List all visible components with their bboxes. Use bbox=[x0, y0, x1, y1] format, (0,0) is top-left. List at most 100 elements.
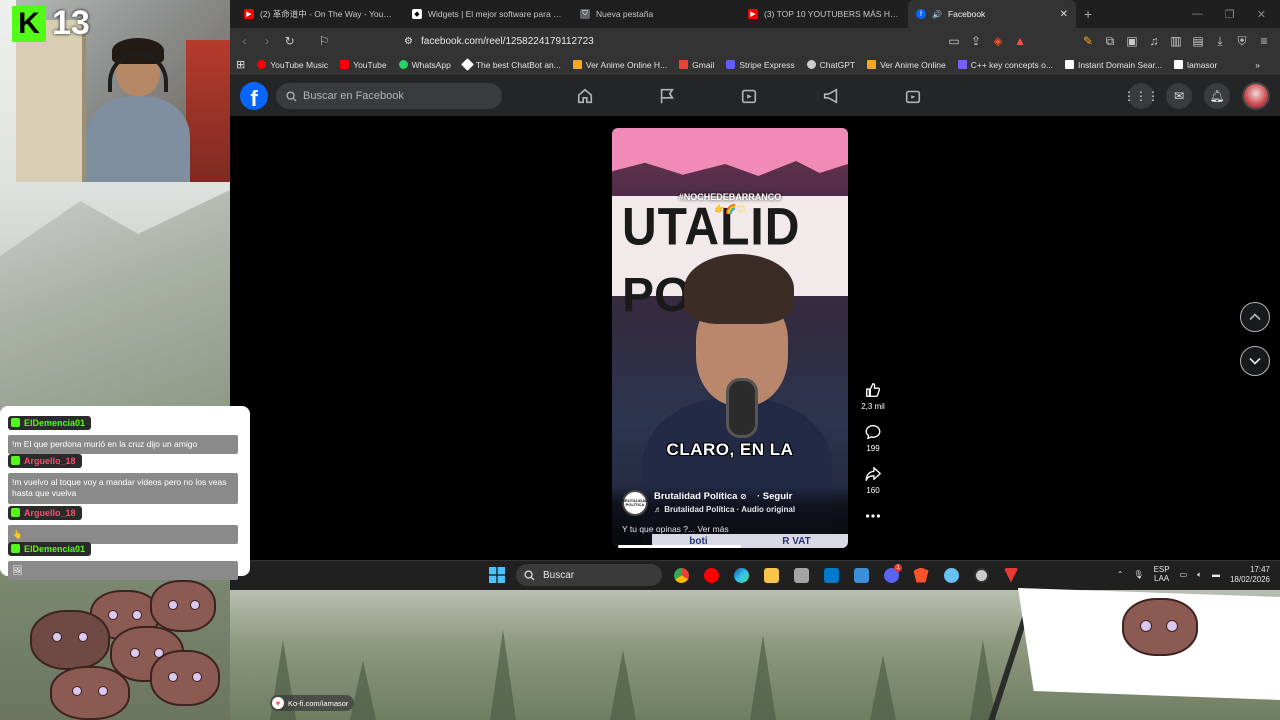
menu-grid-icon[interactable]: ⋮⋮⋮ bbox=[1123, 83, 1159, 109]
vscode-icon[interactable] bbox=[820, 564, 842, 586]
previous-reel-icon[interactable] bbox=[1240, 302, 1270, 332]
language-indicator[interactable]: ESP LAA bbox=[1154, 565, 1170, 584]
minimize-icon[interactable]: — bbox=[1192, 8, 1203, 21]
menu-icon[interactable]: ≡ bbox=[1256, 34, 1272, 48]
next-reel-icon[interactable] bbox=[1240, 346, 1270, 376]
browser-tab[interactable]: ◆ Widgets | El mejor software para pot bbox=[404, 0, 572, 28]
display-icon[interactable]: ▭ bbox=[1180, 570, 1188, 579]
username: Arguello_18 bbox=[24, 507, 76, 518]
cpp-icon bbox=[957, 60, 967, 69]
notifications-bell-icon[interactable]: 🔔︎ bbox=[1204, 83, 1230, 109]
pencil-icon[interactable]: ✎ bbox=[1080, 34, 1096, 48]
audio-link[interactable]: ♬ Brutalidad Política · Audio original bbox=[654, 505, 795, 514]
gaming-icon[interactable] bbox=[903, 86, 923, 106]
bookmark-item[interactable]: C++ key concepts o... bbox=[957, 60, 1053, 70]
back-icon[interactable]: ‹ bbox=[238, 34, 251, 48]
capture-icon[interactable] bbox=[790, 564, 812, 586]
page-avatar[interactable]: BRUTALIDAD POLÍTICA bbox=[622, 490, 648, 516]
reel-progress-bar[interactable] bbox=[618, 545, 741, 548]
youtube-icon: ▶ bbox=[748, 9, 758, 19]
widget-icon: ◆ bbox=[412, 9, 422, 19]
obs-icon[interactable] bbox=[970, 564, 992, 586]
facebook-search-input[interactable]: Buscar en Facebook bbox=[276, 83, 502, 109]
brave-shield-icon[interactable]: ◈ bbox=[990, 34, 1006, 48]
bookmark-item[interactable]: Stripe Express bbox=[726, 60, 795, 70]
profile-avatar[interactable] bbox=[1242, 82, 1270, 110]
browser-tab[interactable]: ▶ (3) TOP 10 YOUTUBERS MÁS HAMBI bbox=[740, 0, 908, 28]
microphone-icon[interactable]: 🎙︎ bbox=[1133, 570, 1143, 579]
kick-subscriber-counter: K 13 bbox=[12, 4, 90, 43]
app-red-icon[interactable] bbox=[1000, 564, 1022, 586]
file-explorer-icon[interactable] bbox=[760, 564, 782, 586]
comment-button[interactable]: 199 bbox=[864, 423, 882, 453]
maximize-icon[interactable]: ❐ bbox=[1225, 8, 1235, 21]
share-button[interactable]: 160 bbox=[864, 465, 882, 495]
bookmark-item[interactable]: WhatsApp bbox=[398, 60, 451, 70]
music-icon[interactable]: ♫ bbox=[1146, 34, 1162, 48]
chevron-up-icon[interactable]: ⌃ bbox=[1117, 570, 1124, 579]
taskbar-search-input[interactable]: Buscar bbox=[516, 564, 662, 586]
marketing-megaphone-icon[interactable] bbox=[821, 86, 841, 106]
follow-button[interactable]: · Seguir bbox=[757, 491, 792, 502]
bookmark-item[interactable]: Gmail bbox=[679, 60, 714, 70]
site-info-icon[interactable]: ⚙ bbox=[404, 36, 413, 47]
speaker-icon: 🔊 bbox=[932, 9, 942, 19]
bookmark-item[interactable]: Instant Domain Sear... bbox=[1064, 60, 1162, 70]
wallet-icon[interactable]: ▤ bbox=[1190, 34, 1206, 48]
bookmark-item[interactable]: YouTube bbox=[340, 60, 387, 70]
forward-icon[interactable]: › bbox=[261, 34, 274, 48]
youtube-music-icon[interactable] bbox=[700, 564, 722, 586]
clock[interactable]: 17:47 18/02/2026 bbox=[1230, 565, 1270, 584]
close-window-icon[interactable]: ✕ bbox=[1257, 8, 1266, 21]
steam-icon[interactable] bbox=[940, 564, 962, 586]
strip-text: R VAT bbox=[782, 535, 811, 547]
extensions-icon[interactable]: ⧉ bbox=[1102, 34, 1118, 49]
bookmark-item[interactable]: The best ChatBot an... bbox=[460, 58, 561, 71]
vpn-icon[interactable]: ⛨ bbox=[1234, 34, 1250, 49]
bunny-mascot bbox=[30, 610, 110, 670]
brave-icon[interactable] bbox=[910, 564, 932, 586]
windows-start-icon[interactable] bbox=[486, 564, 508, 586]
browser-tab[interactable]: ▶ (2) 革命道中 - On The Way - YouTube bbox=[236, 0, 404, 28]
anime-icon bbox=[572, 60, 582, 69]
more-options-button[interactable] bbox=[864, 507, 882, 525]
bookmark-icon[interactable]: ⚐ bbox=[316, 34, 332, 48]
like-button[interactable]: 2,3 mil bbox=[861, 381, 885, 411]
notification-badge: 1 bbox=[894, 564, 902, 572]
browser-tab[interactable]: ⛉ Nueva pestaña bbox=[572, 0, 740, 28]
volume-icon[interactable]: 🔈︎ bbox=[1197, 570, 1202, 580]
messenger-icon[interactable]: ✉ bbox=[1166, 83, 1192, 109]
cast-icon[interactable]: ▭ bbox=[946, 34, 962, 48]
bookmark-item[interactable]: lamasor bbox=[1174, 60, 1217, 70]
home-icon[interactable] bbox=[575, 86, 595, 106]
browser-tab-active[interactable]: f 🔊 Facebook ✕ bbox=[908, 0, 1076, 28]
discord-icon[interactable]: 1 bbox=[880, 564, 902, 586]
share-page-icon[interactable]: ⇪ bbox=[968, 34, 984, 48]
close-tab-icon[interactable]: ✕ bbox=[1060, 9, 1068, 20]
sidebar-icon[interactable]: ▥ bbox=[1168, 34, 1184, 48]
bookmark-item[interactable]: Ver Anime Online bbox=[867, 60, 946, 70]
page-name-link[interactable]: Brutalidad Política ⊘ bbox=[654, 491, 747, 502]
more-bookmarks-icon[interactable]: » bbox=[1255, 60, 1260, 70]
brave-rewards-icon[interactable]: ▲ bbox=[1012, 34, 1028, 48]
apps-grid-icon[interactable]: ⊞ bbox=[236, 58, 245, 71]
bookmark-item[interactable]: Ver Anime Online H... bbox=[572, 60, 667, 70]
kofi-link[interactable]: ♥ Ko-fi.com/iamasor bbox=[270, 695, 355, 711]
facebook-logo-icon[interactable]: f bbox=[240, 82, 268, 110]
bookmark-item[interactable]: ChatGPT bbox=[806, 60, 855, 70]
battery-icon[interactable]: ▬ bbox=[1212, 570, 1220, 579]
reel-description[interactable]: Y tu que opinas ?... Ver más bbox=[622, 524, 729, 534]
video-icon[interactable] bbox=[739, 86, 759, 106]
bookmark-item[interactable]: YouTube Music bbox=[257, 60, 328, 70]
media-icon[interactable]: ▣ bbox=[1124, 34, 1140, 48]
reel-video[interactable]: UTALID POL #NOCHEDEBARRANCO 👉🌈😊 CLARO, E… bbox=[612, 128, 848, 548]
address-bar[interactable]: ⚐ ⚙ facebook.com/reel/1258224179112723 bbox=[319, 31, 936, 51]
chrome-icon[interactable] bbox=[670, 564, 692, 586]
new-tab-button[interactable]: + bbox=[1076, 6, 1100, 22]
reload-icon[interactable]: ↻ bbox=[283, 34, 296, 48]
pages-flag-icon[interactable] bbox=[657, 86, 677, 106]
download-icon[interactable]: ⤓ bbox=[1212, 34, 1228, 49]
bookmarks-bar: ⊞ YouTube Music YouTube WhatsApp The bes… bbox=[230, 54, 1280, 76]
edge-icon[interactable] bbox=[730, 564, 752, 586]
app-icon[interactable] bbox=[850, 564, 872, 586]
